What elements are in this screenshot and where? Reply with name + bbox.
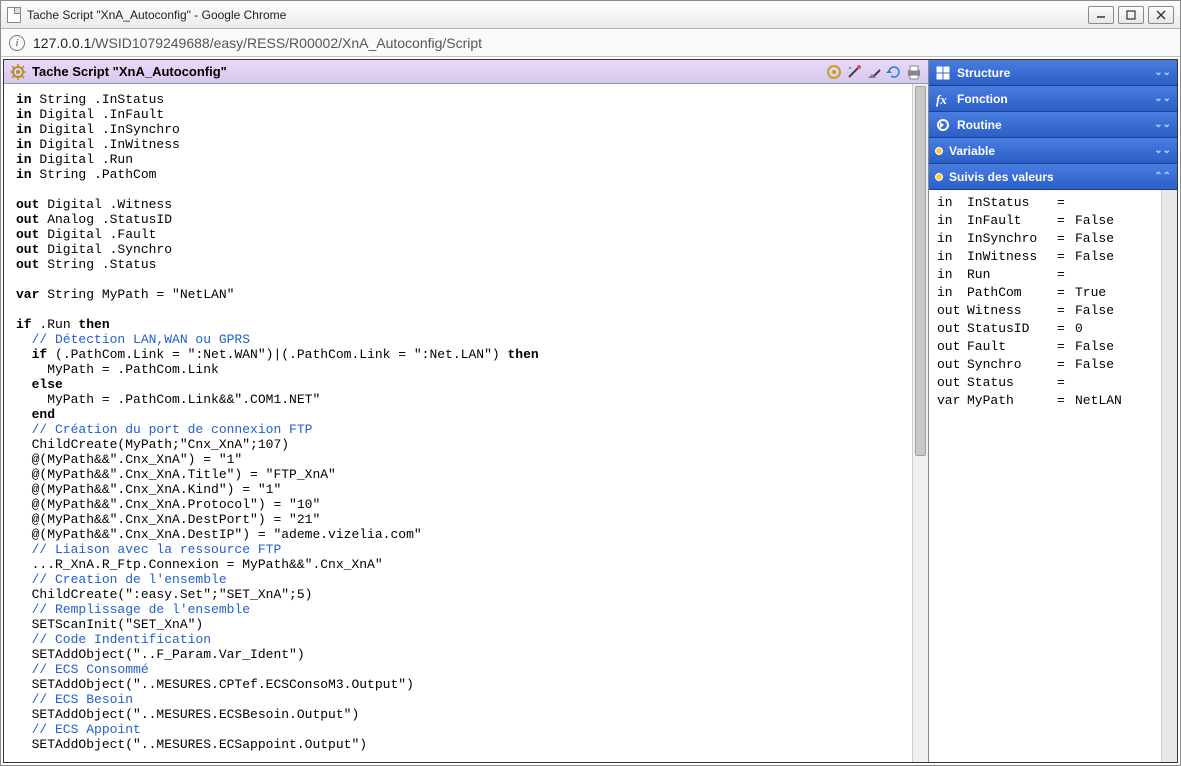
- value-row: outFault=False: [937, 338, 1157, 356]
- value-row: outStatus=: [937, 374, 1157, 392]
- accordion-suivis[interactable]: Suivis des valeurs ⌃⌃: [929, 164, 1177, 190]
- value-row: outStatusID=0: [937, 320, 1157, 338]
- app-window: Tache Script "XnA_Autoconfig" - Google C…: [0, 0, 1181, 766]
- window-controls: [1088, 6, 1174, 24]
- url-text: 127.0.0.1/WSID1079249688/easy/RESS/R0000…: [33, 35, 482, 51]
- site-info-icon[interactable]: i: [9, 35, 25, 51]
- vertical-scrollbar[interactable]: [912, 84, 928, 762]
- script-header: Tache Script "XnA_Autoconfig": [4, 60, 928, 84]
- value-row: inRun=: [937, 266, 1157, 284]
- chevron-up-icon: ⌃⌃: [1154, 171, 1171, 182]
- chevron-down-icon: ⌄⌄: [1154, 67, 1171, 78]
- brush-icon[interactable]: [866, 64, 882, 80]
- content-area: Tache Script "XnA_Autoconfig" in String …: [3, 59, 1178, 763]
- run-icon[interactable]: [826, 64, 842, 80]
- main-panel: Tache Script "XnA_Autoconfig" in String …: [4, 60, 929, 762]
- code-area: in String .InStatus in Digital .InFault …: [4, 84, 928, 762]
- value-row: inInWitness=False: [937, 248, 1157, 266]
- chevron-down-icon: ⌄⌄: [1154, 93, 1171, 104]
- maximize-button[interactable]: [1118, 6, 1144, 24]
- address-bar[interactable]: i 127.0.0.1/WSID1079249688/easy/RESS/R00…: [1, 29, 1180, 57]
- wand-icon[interactable]: [846, 64, 862, 80]
- values-list: inInStatus=inInFault=FalseinInSynchro=Fa…: [929, 190, 1161, 762]
- refresh-icon[interactable]: [886, 64, 902, 80]
- side-panel: Structure ⌄⌄ fx Fonction ⌄⌄ Routine ⌄⌄: [929, 60, 1177, 762]
- value-row: outWitness=False: [937, 302, 1157, 320]
- value-row: inInSynchro=False: [937, 230, 1157, 248]
- titlebar: Tache Script "XnA_Autoconfig" - Google C…: [1, 1, 1180, 29]
- script-title: Tache Script "XnA_Autoconfig": [32, 64, 227, 79]
- bullet-icon: [935, 147, 943, 155]
- minimize-button[interactable]: [1088, 6, 1114, 24]
- code-editor[interactable]: in String .InStatus in Digital .InFault …: [4, 84, 912, 762]
- accordion-fonction[interactable]: fx Fonction ⌄⌄: [929, 86, 1177, 112]
- scrollbar-thumb[interactable]: [915, 86, 926, 456]
- accordion-variable[interactable]: Variable ⌄⌄: [929, 138, 1177, 164]
- value-row: inInStatus=: [937, 194, 1157, 212]
- print-icon[interactable]: [906, 64, 922, 80]
- bullet-icon: [935, 173, 943, 181]
- close-button[interactable]: [1148, 6, 1174, 24]
- accordion-structure[interactable]: Structure ⌄⌄: [929, 60, 1177, 86]
- value-row: inInFault=False: [937, 212, 1157, 230]
- routine-icon: [935, 117, 951, 133]
- gear-icon: [10, 64, 26, 80]
- value-row: outSynchro=False: [937, 356, 1157, 374]
- svg-text:fx: fx: [936, 92, 947, 107]
- page-icon: [7, 7, 21, 23]
- chevron-down-icon: ⌄⌄: [1154, 145, 1171, 156]
- value-row: inPathCom=True: [937, 284, 1157, 302]
- toolbar: [826, 64, 922, 80]
- function-icon: fx: [935, 91, 951, 107]
- structure-icon: [935, 65, 951, 81]
- chevron-down-icon: ⌄⌄: [1154, 119, 1171, 130]
- window-title: Tache Script "XnA_Autoconfig" - Google C…: [27, 8, 286, 22]
- side-scrollbar[interactable]: [1161, 190, 1177, 762]
- accordion-routine[interactable]: Routine ⌄⌄: [929, 112, 1177, 138]
- value-row: varMyPath=NetLAN: [937, 392, 1157, 410]
